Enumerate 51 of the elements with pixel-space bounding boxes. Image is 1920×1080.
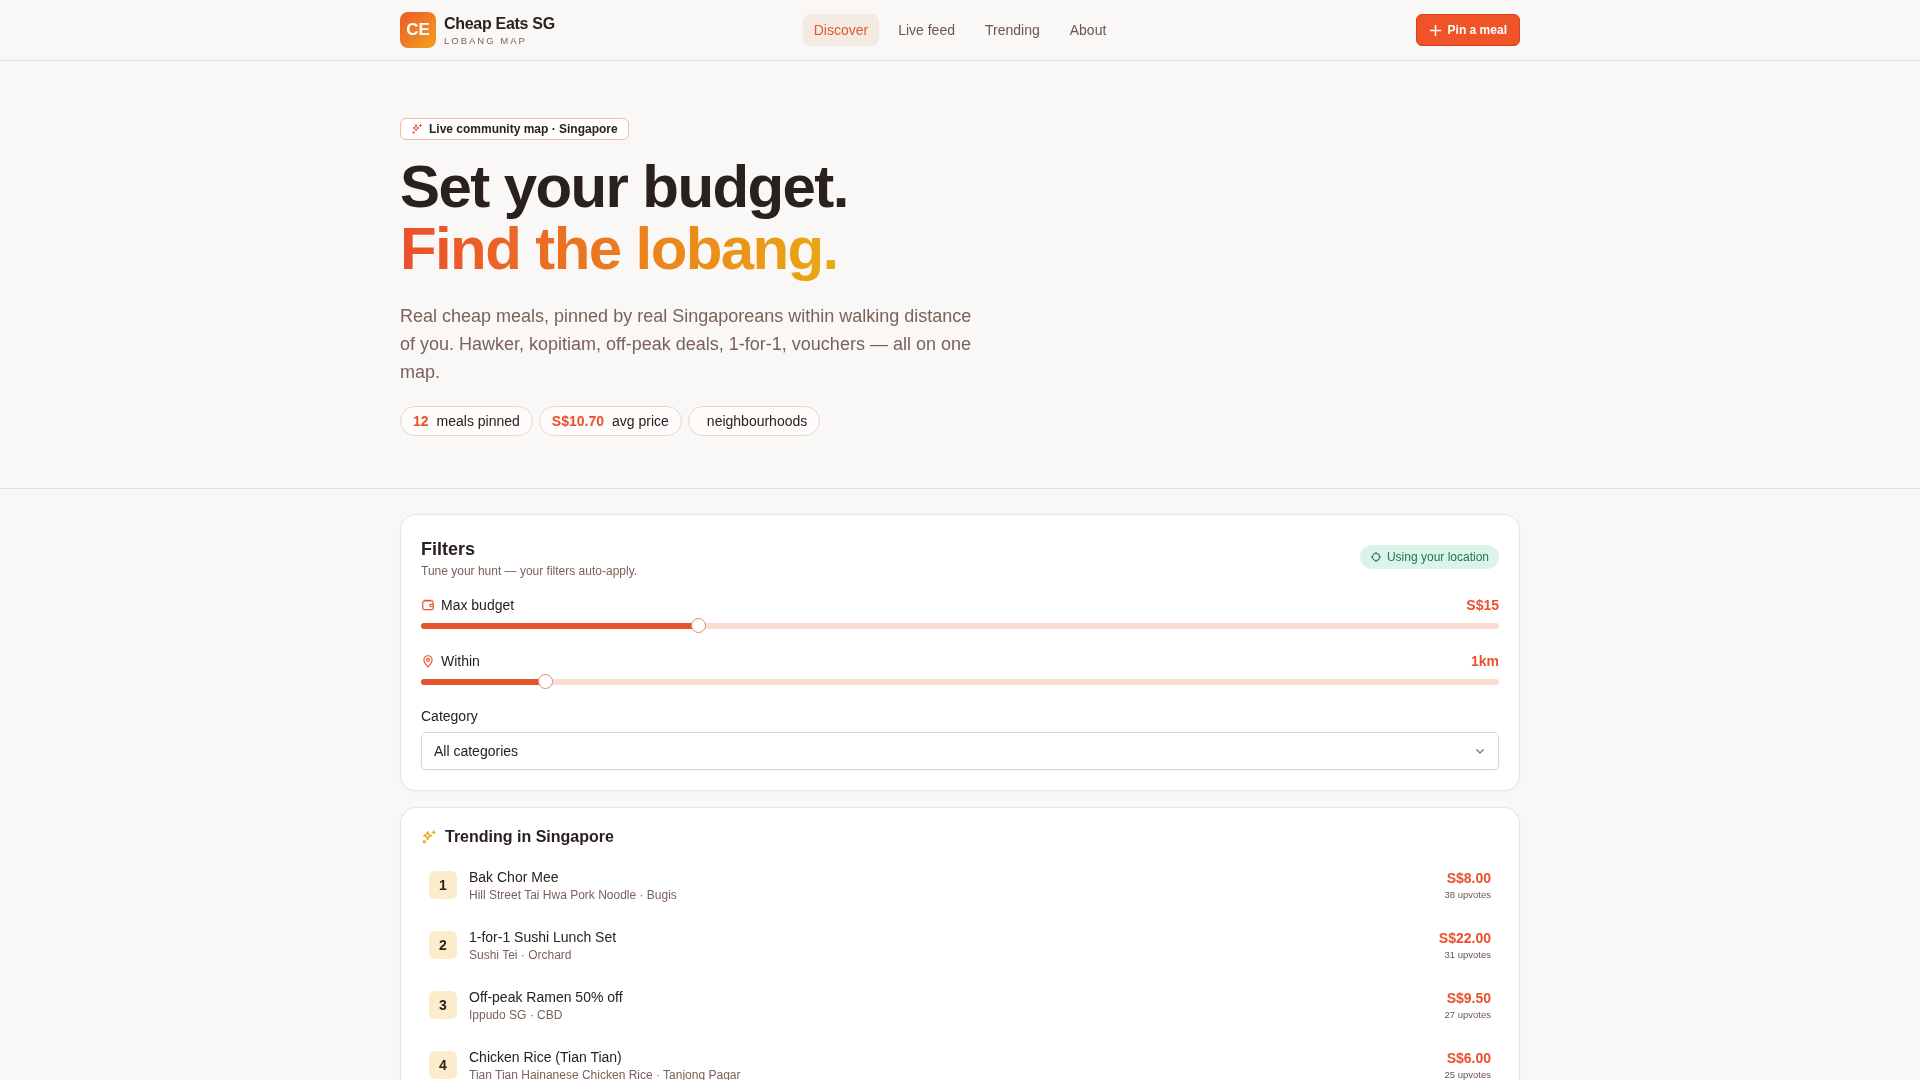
slider-label: Within [441, 653, 480, 669]
slider-track[interactable] [421, 618, 1499, 634]
nav-tab[interactable]: Live feed [887, 14, 966, 46]
hero-description: Real cheap meals, pinned by real Singaporeans within walking distance of you. Hawker, kopitiam, off-peak deals, 1-for-1, vouchers — all on one map. [400, 305, 973, 384]
hero-title: Set your budget. [400, 156, 849, 218]
slider-thumb[interactable] [691, 618, 707, 633]
filters-title: Filters [421, 539, 477, 560]
rank-badge: 4 [429, 1051, 457, 1079]
brand-tagline: LOBANG MAP [444, 34, 528, 46]
meal-place: Sushi Tei · Orchard [469, 947, 573, 962]
stat-chip: neighbourhoods [687, 406, 821, 436]
meal-name[interactable]: 1-for-1 Sushi Lunch Set [469, 928, 1427, 945]
upvote-count: 38 upvotes [1444, 889, 1491, 900]
upvote-count: 25 upvotes [1444, 1069, 1491, 1080]
filters-subtitle: Tune your hunt — your filters auto-apply. [421, 564, 638, 578]
sparkle-icon [411, 123, 423, 135]
stat-chip: S$10.70 avg price [538, 406, 682, 436]
meal-price: S$9.50 [1445, 990, 1491, 1006]
brand-name: Cheap Eats SG [444, 14, 555, 33]
slider-value: 1km [1470, 653, 1499, 669]
location-badge: Using your location [1359, 545, 1499, 569]
nav-tab[interactable]: About [1058, 14, 1118, 46]
rank-badge: 1 [429, 871, 457, 899]
meal-name[interactable]: Bak Chor Mee [469, 868, 1433, 885]
badge-label: Live community map · Singapore [429, 122, 618, 136]
slider-thumb[interactable] [538, 674, 554, 689]
meal-price: S$6.00 [1445, 1050, 1491, 1066]
category-dropdown[interactable]: All categories [421, 732, 1499, 770]
meal-price: S$8.00 [1445, 870, 1491, 886]
upvote-count: 31 upvotes [1443, 949, 1491, 960]
wallet-icon [421, 598, 435, 612]
meal-name[interactable]: Chicken Rice (Tian Tian) [469, 1048, 1433, 1065]
meal-place: Hill Street Tai Hwa Pork Noodle · Bugis [469, 887, 678, 902]
sparkle-icon [421, 829, 437, 845]
trending-title: Trending in Singapore [445, 828, 614, 846]
meal-price: S$22.00 [1438, 930, 1491, 946]
location-pin-icon [421, 654, 435, 668]
stat-chip: 12 meals pinned [400, 406, 533, 436]
category-label: Category [421, 708, 479, 724]
upvote-count: 27 upvotes [1444, 1009, 1491, 1020]
nav-tab[interactable]: Trending [973, 14, 1051, 46]
plus-icon [1428, 23, 1442, 37]
slider-track[interactable] [421, 674, 1499, 690]
crosshair-icon [1369, 551, 1382, 563]
rank-badge: 2 [429, 931, 457, 959]
rank-badge: 3 [429, 991, 457, 1019]
slider-value: S$15 [1466, 597, 1499, 613]
pin-meal-button[interactable]: Pin a meal [1415, 14, 1520, 46]
meal-name[interactable]: Off-peak Ramen 50% off [469, 988, 1433, 1005]
slider-label: Max budget [441, 597, 515, 613]
meal-place: Ippudo SG · CBD [469, 1007, 564, 1022]
